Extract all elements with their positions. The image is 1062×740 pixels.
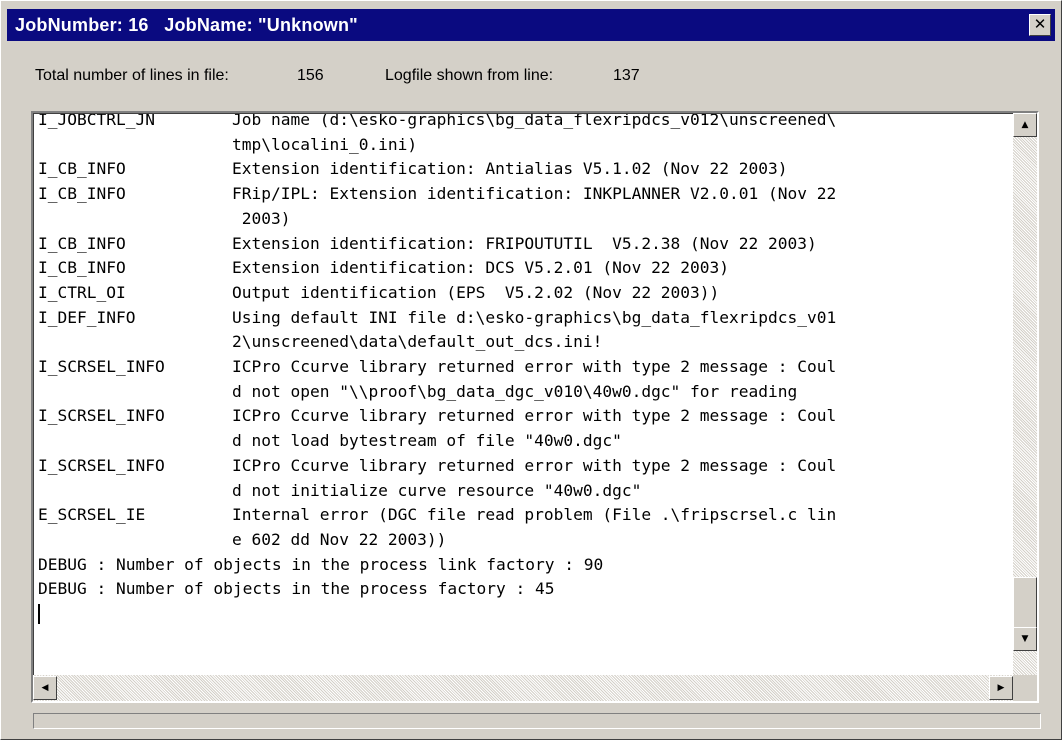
log-code: I_DEF_INFO [38,307,136,327]
log-pane[interactable]: I_JOBCTRL_JN Job name (d:\esko-graphics\b… [31,111,1039,703]
log-line: I_CB_INFO Extension identification: Antia… [38,157,1010,182]
log-line: tmp\localini_0.ini) [38,133,1010,158]
vertical-scroll-thumb[interactable] [1013,577,1037,631]
log-line: I_CB_INFO FRip/IPL: Extension identificat… [38,182,1010,207]
log-code [38,479,232,504]
log-line: d not open "\\proof\bg_data_dgc_v010\40w… [38,380,1010,405]
log-message: tmp\localini_0.ini) [232,134,418,154]
log-message: e 602 dd Nov 22 2003)) [232,529,447,549]
log-code: E_SCRSEL_IE [38,505,146,525]
scrollbar-corner [1013,675,1037,701]
log-line: I_SCRSEL_INFO ICPro Ccurve library return… [38,355,1010,380]
shown-from-label: Logfile shown from line: [385,67,554,84]
debug-line: DEBUG : Number of objects in the process… [38,579,555,599]
log-line: d not initialize curve resource "40w0.dg… [38,479,1010,504]
horizontal-scrollbar[interactable]: ◀ ▶ [33,675,1013,701]
log-code [38,380,232,405]
title-bar[interactable]: JobNumber: 16 JobName: "Unknown" ✕ [7,9,1055,41]
log-line: 2003) [38,207,1010,232]
progress-bar [33,713,1041,729]
scroll-down-button[interactable]: ▼ [1013,627,1037,651]
log-code: I_SCRSEL_INFO [38,406,165,426]
debug-line: DEBUG : Number of objects in the process… [38,554,604,574]
log-line: I_CB_INFO Extension identification: FRIPO… [38,232,1010,257]
log-code [38,429,232,454]
log-message: d not initialize curve resource "40w0.dg… [232,480,642,500]
log-message: Output identification (EPS V5.2.02 (Nov … [232,282,720,302]
log-message: d not load bytestream of file "40w0.dgc" [232,431,622,451]
log-code [38,133,232,158]
log-code: I_SCRSEL_INFO [38,455,165,475]
log-message: Internal error (DGC file read problem (F… [232,505,837,525]
log-line: d not load bytestream of file "40w0.dgc" [38,429,1010,454]
log-line: E_SCRSEL_IE Internal error (DGC file read… [38,503,1010,528]
total-lines-label: Total number of lines in file: [35,67,229,84]
log-message: 2003) [232,208,291,228]
log-message: d not open "\\proof\bg_data_dgc_v010\40w… [232,381,798,401]
log-line: e 602 dd Nov 22 2003)) [38,528,1010,553]
log-message: Using default INI file d:\esko-graphics\… [232,307,837,327]
log-line: I_JOBCTRL_JN Job name (d:\esko-graphics\b… [38,113,1010,133]
log-code: I_CB_INFO [38,233,126,253]
log-line: I_DEF_INFO Using default INI file d:\esko… [38,306,1010,331]
log-message: Extension identification: FRIPOUTUTIL V5… [232,233,817,253]
text-cursor [38,604,40,625]
log-message: 2\unscreened\data\default_out_dcs.ini! [232,332,603,352]
log-content: I_JOBCTRL_JN Job name (d:\esko-graphics\b… [38,113,1010,625]
shown-from-value: 137 [613,67,640,84]
log-line: I_CB_INFO Extension identification: DCS V… [38,256,1010,281]
log-code [38,207,232,232]
log-message: Extension identification: DCS V5.2.01 (N… [232,258,730,278]
log-code: I_JOBCTRL_JN [38,113,155,129]
window-title: JobNumber: 16 JobName: "Unknown" [15,15,358,35]
log-code: I_CB_INFO [38,184,126,204]
log-code: I_CB_INFO [38,159,126,179]
log-code: I_SCRSEL_INFO [38,357,165,377]
log-code [38,528,232,553]
log-line: 2\unscreened\data\default_out_dcs.ini! [38,330,1010,355]
scroll-left-button[interactable]: ◀ [33,676,57,700]
vertical-scrollbar[interactable]: ▲ ▼ [1013,113,1037,675]
log-message: ICPro Ccurve library returned error with… [232,455,837,475]
log-message: ICPro Ccurve library returned error with… [232,357,837,377]
log-code [38,330,232,355]
log-message: Extension identification: Antialias V5.1… [232,159,788,179]
total-lines-value: 156 [297,67,324,84]
log-message: FRip/IPL: Extension identification: INKP… [232,184,837,204]
log-window: JobNumber: 16 JobName: "Unknown" ✕ Total… [0,0,1062,740]
log-code: I_CB_INFO [38,258,126,278]
log-text-area[interactable]: I_JOBCTRL_JN Job name (d:\esko-graphics\b… [33,113,1013,675]
log-line: I_SCRSEL_INFO ICPro Ccurve library return… [38,454,1010,479]
log-message: ICPro Ccurve library returned error with… [232,406,837,426]
log-line: I_SCRSEL_INFO ICPro Ccurve library return… [38,404,1010,429]
log-message: Job name (d:\esko-graphics\bg_data_flexr… [232,113,837,129]
scroll-up-button[interactable]: ▲ [1013,113,1037,137]
log-line: I_CTRL_OI Output identification (EPS V5.2… [38,281,1010,306]
close-button[interactable]: ✕ [1029,14,1051,36]
scroll-right-button[interactable]: ▶ [989,676,1013,700]
log-code: I_CTRL_OI [38,282,126,302]
